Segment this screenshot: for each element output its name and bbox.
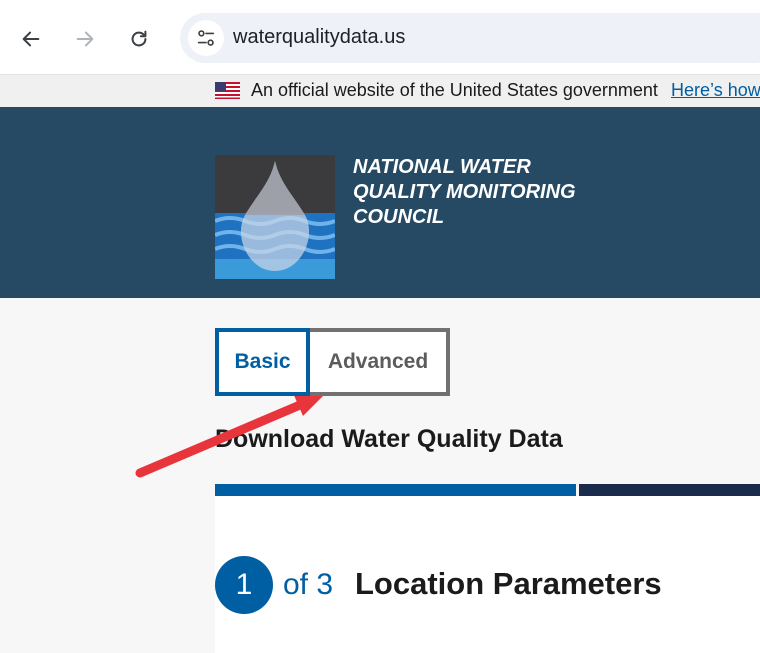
progress-segment-active — [215, 484, 576, 496]
forward-arrow-icon — [76, 31, 94, 47]
tune-icon — [197, 30, 215, 46]
us-flag-icon — [215, 82, 240, 99]
org-name[interactable]: NATIONAL WATER QUALITY MONITORING COUNCI… — [353, 155, 613, 230]
tab-advanced[interactable]: Advanced — [306, 328, 450, 396]
step-title: Location Parameters — [355, 566, 662, 601]
tab-basic[interactable]: Basic — [215, 328, 310, 396]
step-count: of 3 — [283, 568, 334, 601]
reload-button[interactable] — [122, 22, 156, 56]
progress-segment-remaining — [579, 484, 760, 496]
org-name-line-1: NATIONAL WATER — [353, 156, 531, 178]
page-title: Download Water Quality Data — [215, 425, 563, 453]
nwqmc-logo[interactable] — [215, 155, 335, 279]
forward-button[interactable] — [68, 22, 102, 56]
org-name-line-3: COUNCIL — [353, 206, 445, 228]
back-button[interactable] — [14, 22, 48, 56]
heres-how-link[interactable]: Here’s how — [671, 80, 760, 101]
browser-toolbar: waterqualitydata.us — [0, 0, 760, 75]
reload-icon — [131, 30, 147, 47]
site-header: NATIONAL WATER QUALITY MONITORING COUNCI… — [0, 107, 760, 298]
url-text[interactable]: waterqualitydata.us — [233, 26, 405, 49]
org-name-line-2: QUALITY MONITORING — [353, 181, 576, 203]
site-info-button[interactable] — [188, 20, 224, 56]
step-number-badge: 1 — [215, 556, 273, 614]
gov-banner-text: An official website of the United States… — [251, 80, 658, 100]
gov-banner: An official website of the United States… — [0, 75, 760, 107]
address-bar[interactable]: waterqualitydata.us — [180, 13, 760, 63]
back-arrow-icon — [22, 31, 40, 47]
step-progress-bar — [215, 484, 760, 496]
